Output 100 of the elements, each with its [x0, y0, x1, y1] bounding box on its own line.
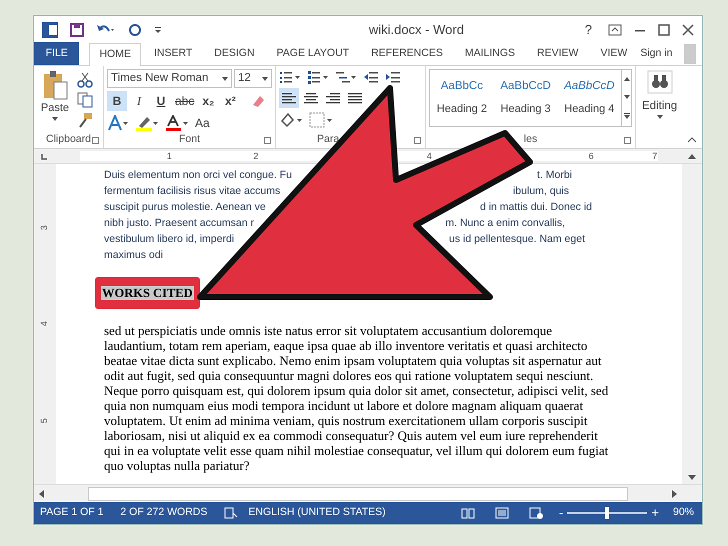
- dialog-launcher-icon[interactable]: [264, 137, 271, 144]
- align-right-icon: [325, 90, 341, 106]
- close-icon[interactable]: [682, 24, 694, 36]
- style-option[interactable]: AaBbCcD Heading 4: [557, 70, 622, 126]
- ruler-number: 1: [166, 150, 172, 163]
- ribbon-tab[interactable]: REFERENCES: [362, 42, 452, 65]
- group-label: Clipboard: [46, 132, 91, 148]
- customize-icon[interactable]: [154, 26, 162, 34]
- save-icon[interactable]: [70, 22, 84, 36]
- multilevel-list-icon[interactable]: [335, 70, 357, 84]
- word-logo-icon[interactable]: [42, 22, 58, 38]
- read-mode-icon[interactable]: [461, 507, 476, 519]
- clipboard-icon[interactable]: [42, 70, 68, 100]
- paragraph-text: t. Morbi: [536, 168, 572, 183]
- zoom-in-button[interactable]: +: [651, 503, 659, 523]
- change-case-button[interactable]: Aa: [195, 114, 210, 132]
- paragraph-text: maximus odi: [104, 248, 163, 263]
- caret-icon[interactable]: [52, 116, 58, 120]
- maximize-icon[interactable]: [658, 24, 670, 36]
- align-justify-icon: [347, 90, 363, 106]
- caret-icon[interactable]: [222, 76, 228, 80]
- ruler-number: 5: [38, 418, 50, 424]
- collapse-ribbon-icon[interactable]: [688, 137, 696, 143]
- web-layout-icon[interactable]: [529, 507, 544, 519]
- group-label: les: [524, 132, 538, 148]
- paragraph-text: ibulum, quis: [512, 184, 569, 199]
- paragraph-text: fermentum facilisis risus vitae accums: [104, 184, 280, 199]
- numbering-icon[interactable]: [307, 70, 329, 84]
- decrease-indent-icon[interactable]: [363, 70, 379, 84]
- window-title: wiki.docx - Word: [368, 20, 465, 39]
- more-styles-icon[interactable]: [624, 113, 630, 119]
- help-button[interactable]: ?: [580, 20, 596, 40]
- format-button[interactable]: x₂: [198, 91, 218, 111]
- increase-indent-icon[interactable]: [385, 70, 401, 84]
- paragraph-text: d in mattis dui. Donec id: [480, 200, 592, 215]
- scroll-down-icon[interactable]: [686, 472, 698, 482]
- ribbon-tab[interactable]: DESIGN: [205, 42, 264, 65]
- style-option[interactable]: AaBbCcD Heading 3: [494, 70, 558, 126]
- ruler-number: 7: [652, 150, 658, 163]
- language-indicator[interactable]: ENGLISH (UNITED STATES): [248, 505, 386, 521]
- paragraph-text: us id pellentesque. Nam eget: [448, 232, 585, 247]
- format-button[interactable]: abc: [173, 91, 196, 111]
- ruler-number: 2: [253, 150, 258, 163]
- scroll-up-icon[interactable]: [624, 77, 630, 81]
- style-option[interactable]: AaBbCc Heading 2: [430, 70, 494, 126]
- scroll-thumb[interactable]: [88, 486, 628, 500]
- paragraph-text: Duis elementum non orci vel congue. Fu: [104, 168, 292, 183]
- bullets-icon[interactable]: [279, 70, 301, 84]
- binoculars-icon[interactable]: [646, 70, 673, 94]
- font-size-dropdown[interactable]: 12: [234, 69, 272, 88]
- ribbon-tab[interactable]: INSERT: [144, 42, 202, 65]
- paste-button[interactable]: Paste: [37, 66, 73, 132]
- paintbrush-icon[interactable]: [77, 112, 93, 128]
- ribbon-display-icon[interactable]: [608, 24, 622, 36]
- proofing-icon[interactable]: [224, 507, 238, 519]
- paragraph-text: m. Nunc a enim convallis,: [445, 216, 565, 231]
- dialog-launcher-icon[interactable]: [92, 137, 99, 144]
- font-name-dropdown[interactable]: Times New Roman: [107, 69, 232, 88]
- dialog-launcher-icon[interactable]: [414, 137, 421, 144]
- caret-icon[interactable]: [262, 76, 268, 80]
- body-paragraph: sed ut perspiciatis unde omnis iste natus error sit voluptatem accusantium doloremque laudantium, totam rem aperiam, eaque ipsa quae ab illo inventore veritatis et quasi architecto beatae vitae dicta sunt explicabo. Nemo enim ipsam voluptatem quia voluptas sit aspernatur aut odit aut fugit, sed quia consequuntur magni dolores eos qui ratione voluptatem sequi nesciunt. Neque porro quisquam est, qui dolorem ipsum quia dolor sit amet, consectetur, adipisci velit, sed quia non numquam eius modi tempora incidunt ut labore et dolore magnam aliquam quaerat voluptatem. Ut enim ad minima veniam, quis nostrum exercitationem ullam corporis suscipit laboriosam, nisi ut aliquid ex ea commodi consequatur? Quis autem vel eum iure reprehenderit qui in ea voluptate velit esse quam nihil molestiae consequatur, vel illum qui dolorem eum fugiat quo voluptas nulla pariatur?: [104, 323, 610, 473]
- format-button[interactable]: x²: [220, 91, 240, 111]
- print-layout-icon[interactable]: [495, 507, 510, 519]
- heading-text: WORKS CITED: [101, 286, 194, 300]
- sign-in-link[interactable]: Sign in: [640, 46, 672, 62]
- zoom-slider-thumb[interactable]: [605, 507, 610, 519]
- dialog-launcher-icon[interactable]: [624, 137, 631, 144]
- ruler-number: 6: [588, 150, 594, 163]
- horizontal-scrollbar[interactable]: [34, 484, 702, 502]
- align-left-button[interactable]: [279, 88, 299, 108]
- format-button[interactable]: I: [129, 91, 149, 111]
- paragraph-text: nibh justo. Praesent accumsan r: [104, 216, 254, 231]
- ribbon-tab[interactable]: HOME: [89, 43, 141, 66]
- ribbon-tab[interactable]: VIEW: [591, 42, 636, 65]
- ruler-number: 4: [38, 321, 50, 326]
- shading-icon[interactable]: [279, 112, 303, 128]
- ribbon-tab[interactable]: PAGE LAYOUT: [268, 42, 358, 65]
- align-left-icon: [281, 90, 297, 106]
- vertical-scrollbar[interactable]: [682, 164, 702, 484]
- copy-icon[interactable]: [77, 92, 93, 108]
- page-count[interactable]: PAGE 1 OF 1: [40, 505, 104, 521]
- paragraph-text: vestibulum libero id, imperdi: [104, 232, 234, 247]
- zoom-level[interactable]: 90%: [672, 505, 694, 521]
- zoom-out-button[interactable]: -: [559, 503, 564, 523]
- highlighter-icon[interactable]: [135, 115, 159, 131]
- ruler-number: 4: [426, 150, 432, 163]
- format-button[interactable]: B: [107, 91, 127, 111]
- eraser-icon[interactable]: [250, 93, 266, 109]
- editing-button[interactable]: Editing: [636, 66, 684, 148]
- zoom-slider[interactable]: [567, 507, 648, 519]
- scroll-down-icon[interactable]: [624, 95, 630, 99]
- format-button[interactable]: U: [151, 91, 171, 111]
- caret-icon[interactable]: [656, 115, 663, 120]
- scissors-icon[interactable]: [77, 72, 93, 88]
- word-count[interactable]: 2 OF 272 WORDS: [120, 505, 208, 521]
- ribbon-tab[interactable]: FILE: [34, 42, 80, 65]
- ribbon-tab[interactable]: REVIEW: [528, 42, 588, 65]
- font-color-icon[interactable]: [165, 115, 189, 131]
- text-effects-icon[interactable]: [107, 115, 129, 131]
- ribbon-tab[interactable]: MAILINGS: [456, 42, 524, 65]
